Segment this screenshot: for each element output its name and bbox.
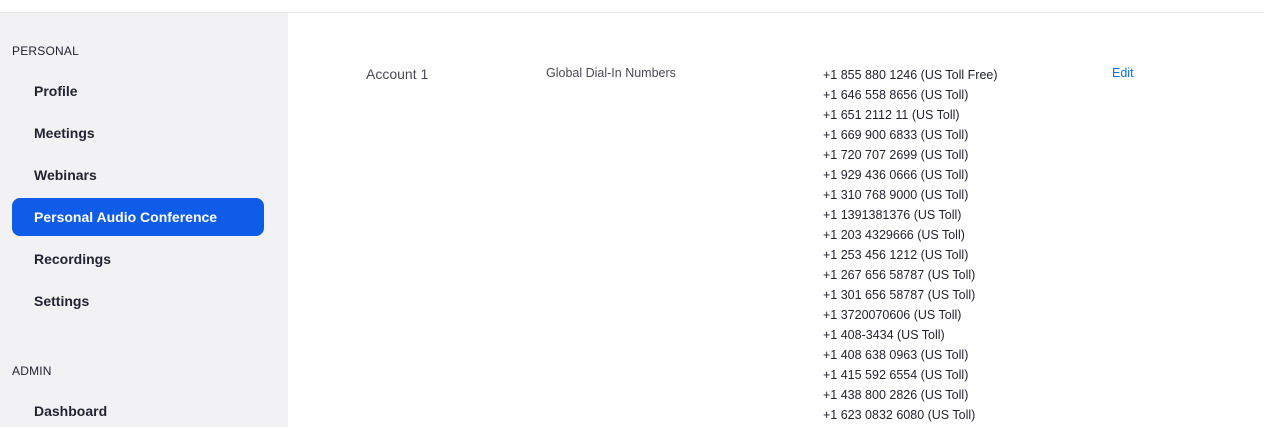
dial-in-number: +1 651 2112 11 (US Toll) bbox=[823, 108, 960, 122]
sidebar-item-dashboard[interactable]: Dashboard bbox=[12, 392, 264, 430]
account-name: Account 1 bbox=[366, 66, 429, 82]
dial-in-number: +1 438 800 2826 (US Toll) bbox=[823, 388, 969, 402]
sidebar-item-profile[interactable]: Profile bbox=[12, 72, 264, 110]
dial-in-number: +1 415 592 6554 (US Toll) bbox=[823, 368, 969, 382]
sidebar-item-settings[interactable]: Settings bbox=[12, 282, 264, 320]
dial-in-number: +1 310 768 9000 (US Toll) bbox=[823, 188, 969, 202]
sidebar-item-recordings[interactable]: Recordings bbox=[12, 240, 264, 278]
dial-in-number: +1 3720070606 (US Toll) bbox=[823, 308, 962, 322]
main-content: Account 1 Global Dial-In Numbers +1 855 … bbox=[288, 13, 1264, 427]
dial-in-number: +1 646 558 8656 (US Toll) bbox=[823, 88, 969, 102]
dial-in-number: +1 301 656 58787 (US Toll) bbox=[823, 288, 976, 302]
sidebar-item-personal-audio-conference[interactable]: Personal Audio Conference bbox=[12, 198, 264, 236]
dial-in-number: +1 408-3434 (US Toll) bbox=[823, 328, 945, 342]
dial-in-number: +1 929 436 0666 (US Toll) bbox=[823, 168, 969, 182]
dial-in-number: +1 669 900 6833 (US Toll) bbox=[823, 128, 969, 142]
dial-in-number: +1 855 880 1246 (US Toll Free) bbox=[823, 68, 998, 82]
dial-in-number: +1 253 456 1212 (US Toll) bbox=[823, 248, 969, 262]
dial-in-number: +1 623 0832 6080 (US Toll) bbox=[823, 408, 976, 422]
dial-in-number: +1 267 656 58787 (US Toll) bbox=[823, 268, 976, 282]
dial-in-number: +1 408 638 0963 (US Toll) bbox=[823, 348, 969, 362]
sidebar-item-webinars[interactable]: Webinars bbox=[12, 156, 264, 194]
dial-in-number: +1 203 4329666 (US Toll) bbox=[823, 228, 965, 242]
dial-in-number: +1 720 707 2699 (US Toll) bbox=[823, 148, 969, 162]
section-title-personal: PERSONAL bbox=[12, 44, 79, 58]
edit-link[interactable]: Edit bbox=[1112, 66, 1134, 80]
number-type: Global Dial-In Numbers bbox=[546, 66, 676, 80]
section-title-admin: ADMIN bbox=[12, 364, 52, 378]
sidebar: PERSONAL Profile Meetings Webinars Perso… bbox=[0, 13, 288, 427]
dial-in-number: +1 1391381376 (US Toll) bbox=[823, 208, 962, 222]
sidebar-item-meetings[interactable]: Meetings bbox=[12, 114, 264, 152]
dial-in-number-list: +1 855 880 1246 (US Toll Free) +1 646 55… bbox=[823, 65, 998, 425]
